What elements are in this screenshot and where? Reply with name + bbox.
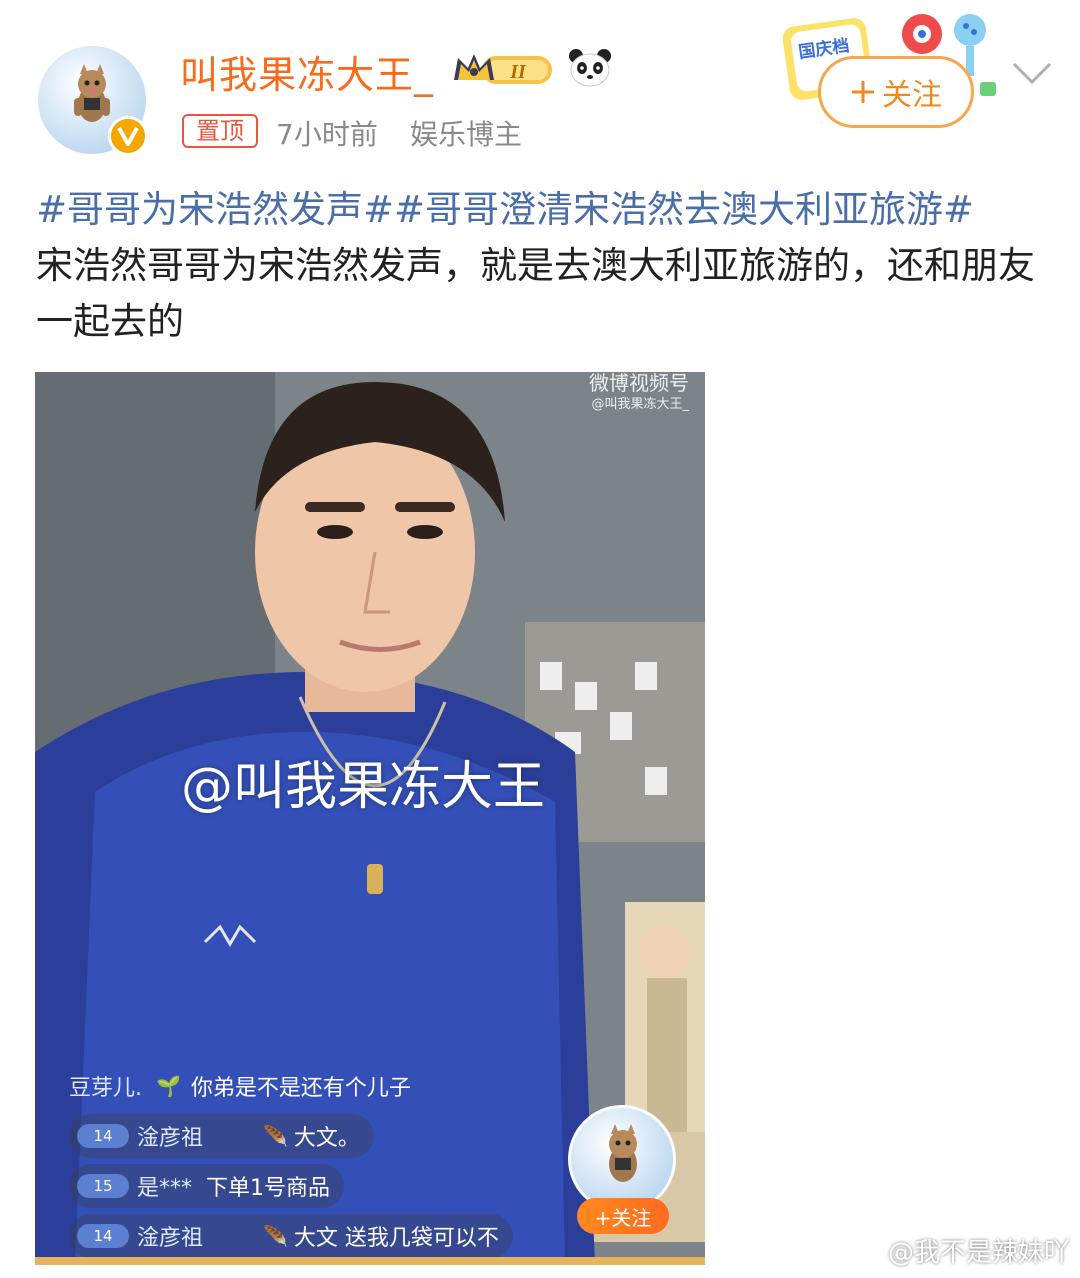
fan-level-badge: 15 (77, 1174, 129, 1198)
repost-watermark: @我不是辣妹吖 (887, 1238, 1070, 1268)
weibo-video-watermark: 微博视频号 @叫我果冻大王_ (589, 372, 689, 416)
chat-message: 大文。 (293, 1126, 360, 1151)
username[interactable]: 叫我果冻大王_ (180, 44, 434, 99)
chat-message: 大文 送我几袋可以不 (293, 1226, 499, 1251)
chat-item: 15 是*** 下单1号商品 (69, 1164, 345, 1208)
watermark-handle: @叫我果冻大王_ (591, 397, 689, 412)
level-badge-text: II (509, 61, 527, 83)
fan-level-badge: 14 (77, 1224, 129, 1248)
panda-icon (569, 49, 611, 87)
chat-name: 淦彦祖 (137, 1226, 204, 1251)
chat-message: 下单1号商品 (206, 1176, 331, 1201)
video-bottom-strip (35, 1257, 705, 1265)
chat-item: 14 淦彦祖 🪶 大文 送我几袋可以不 (69, 1214, 513, 1258)
chat-item: 豆芽儿. 🌱 你弟是不是还有个儿子 (69, 1064, 425, 1108)
follow-label: 关注 (882, 78, 942, 113)
topic-link[interactable]: #哥哥为宋浩然发声# (36, 188, 394, 231)
pinned-tag: 置顶 (182, 114, 258, 148)
post-text: #哥哥为宋浩然发声##哥哥澄清宋浩然去澳大利亚旅游# 宋浩然哥哥为宋浩然发声，就… (36, 182, 1046, 350)
sprout-icon: 🌱 (156, 1074, 181, 1098)
watermark-title: 微博视频号 (589, 372, 689, 395)
chevron-down-icon[interactable] (1010, 56, 1054, 88)
overlay-handle-text: @叫我果冻大王 (181, 757, 546, 817)
chat-name: 是*** (137, 1176, 193, 1201)
topic-link[interactable]: #哥哥澄清宋浩然去澳大利亚旅游# (394, 188, 974, 231)
post-time: 7小时前 (276, 118, 378, 151)
video-player[interactable]: 微博视频号 @叫我果冻大王_ @叫我果冻大王 豆芽儿. 🌱 你弟是不是还有个儿子… (35, 372, 705, 1265)
chat-message: 你弟是不是还有个儿子 (190, 1076, 411, 1101)
chat-name: 淦彦祖 (137, 1126, 204, 1151)
cat-avatar-icon (609, 1124, 637, 1182)
gift-icon: 🪶 (263, 1124, 288, 1148)
fan-level-badge: 14 (77, 1124, 129, 1148)
chat-name: 豆芽儿. (69, 1076, 142, 1101)
user-role: 娱乐博主 (410, 118, 523, 151)
verified-badge-icon (108, 116, 148, 156)
follow-button[interactable]: 关注 (818, 56, 974, 128)
streamer-follow-button[interactable]: +关注 (577, 1198, 669, 1234)
gift-icon: 🪶 (263, 1224, 288, 1248)
streamer-avatar[interactable] (568, 1105, 676, 1213)
chat-item: 14 淦彦祖 🪶 大文。 (69, 1114, 374, 1158)
crown-level-badge-icon: II (454, 54, 552, 84)
cat-avatar-icon (74, 64, 110, 122)
post-body: 宋浩然哥哥为宋浩然发声，就是去澳大利亚旅游的，还和朋友一起去的 (36, 244, 1035, 343)
plus-icon (852, 81, 874, 103)
